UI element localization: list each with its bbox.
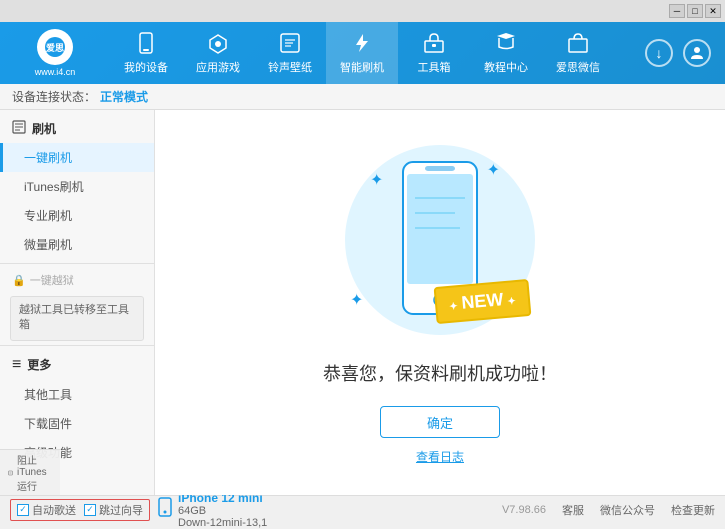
sidebar-section-jailbreak: 🔒 一键越狱 bbox=[0, 268, 154, 292]
sidebar-divider-1 bbox=[0, 263, 154, 264]
ringtone-icon bbox=[278, 31, 302, 55]
maximize-btn[interactable]: □ bbox=[687, 4, 703, 18]
status-bar: 设备连接状态： 正常模式 bbox=[0, 84, 725, 110]
close-btn[interactable]: ✕ bbox=[705, 4, 721, 18]
footer: ✓ 自动歌送 ✓ 跳过向导 iPhone 12 mini 64GB bbox=[0, 495, 725, 523]
sidebar-item-one-key-flash[interactable]: 一键刷机 bbox=[0, 143, 154, 172]
nav-toolbox-label: 工具箱 bbox=[418, 59, 451, 75]
status-value: 正常模式 bbox=[100, 88, 148, 105]
title-bar: ─ □ ✕ bbox=[0, 0, 725, 22]
main-layout: 刷机 一键刷机 iTunes刷机 专业刷机 微量刷机 🔒 一键越狱 越狱工具已转… bbox=[0, 110, 725, 495]
sidebar-item-itunes-flash[interactable]: iTunes刷机 bbox=[0, 172, 154, 201]
skip-wizard-checkbox[interactable]: ✓ 跳过向导 bbox=[84, 502, 143, 518]
illustration: ✦ ✦ ✦ NEW bbox=[340, 140, 540, 340]
tutorial-icon bbox=[494, 31, 518, 55]
sidebar-divider-2 bbox=[0, 345, 154, 346]
nav-my-device-label: 我的设备 bbox=[124, 59, 168, 75]
download-btn[interactable]: ↓ bbox=[645, 39, 673, 67]
auto-start-checkbox[interactable]: ✓ 自动歌送 bbox=[17, 502, 76, 518]
minimize-btn[interactable]: ─ bbox=[669, 4, 685, 18]
nav-tutorial-label: 教程中心 bbox=[484, 59, 528, 75]
sidebar-item-download-firmware[interactable]: 下载固件 bbox=[0, 409, 154, 438]
customer-service-link[interactable]: 客服 bbox=[562, 502, 584, 518]
nav-ringtone[interactable]: 铃声壁纸 bbox=[254, 22, 326, 84]
logo-url: www.i4.cn bbox=[35, 67, 76, 77]
sparkle-1: ✦ bbox=[370, 170, 383, 190]
version-text: V7.98.66 bbox=[502, 504, 546, 516]
sidebar-item-other-tools[interactable]: 其他工具 bbox=[0, 380, 154, 409]
sidebar: 刷机 一键刷机 iTunes刷机 专业刷机 微量刷机 🔒 一键越狱 越狱工具已转… bbox=[0, 110, 155, 495]
success-text: 恭喜您，保资料刷机成功啦！ bbox=[323, 360, 557, 386]
main-content: ✦ ✦ ✦ NEW bbox=[155, 110, 725, 495]
nav-tutorial[interactable]: 教程中心 bbox=[470, 22, 542, 84]
auto-start-label: 自动歌送 bbox=[32, 502, 76, 518]
my-device-icon bbox=[134, 31, 158, 55]
nav-smart-flash[interactable]: 智能刷机 bbox=[326, 22, 398, 84]
nav-my-device[interactable]: 我的设备 bbox=[110, 22, 182, 84]
new-badge: NEW bbox=[434, 279, 532, 324]
nav-items: 我的设备 应用游戏 铃声壁纸 bbox=[110, 22, 645, 84]
toolbox-icon bbox=[422, 31, 446, 55]
check-update-link[interactable]: 检查更新 bbox=[671, 502, 715, 518]
logo-area: 爱思 www.i4.cn bbox=[0, 29, 110, 77]
skip-wizard-box: ✓ bbox=[84, 504, 96, 516]
nav-apps-games[interactable]: 应用游戏 bbox=[182, 22, 254, 84]
header-right: ↓ bbox=[645, 39, 725, 67]
sidebar-item-micro-flash[interactable]: 微量刷机 bbox=[0, 230, 154, 259]
sidebar-section-more: ≡ 更多 bbox=[0, 350, 154, 380]
apps-games-icon bbox=[206, 31, 230, 55]
jailbreak-notice: 越狱工具已转移至工具箱 bbox=[10, 296, 144, 341]
svg-text:爱思: 爱思 bbox=[46, 42, 64, 53]
logo-icon: 爱思 bbox=[37, 29, 73, 65]
lock-icon: 🔒 bbox=[12, 274, 26, 287]
sidebar-section-flash: 刷机 bbox=[0, 114, 154, 143]
wechat-link[interactable]: 微信公众号 bbox=[600, 502, 655, 518]
device-storage: 64GB bbox=[178, 505, 267, 517]
nav-weidian[interactable]: 爱思微信 bbox=[542, 22, 614, 84]
flash-section-label: 刷机 bbox=[32, 120, 56, 137]
sparkle-2: ✦ bbox=[487, 160, 500, 180]
smart-flash-icon bbox=[350, 31, 374, 55]
footer-right: V7.98.66 客服 微信公众号 检查更新 bbox=[502, 502, 715, 518]
user-btn[interactable] bbox=[683, 39, 711, 67]
skip-wizard-label: 跳过向导 bbox=[99, 502, 143, 518]
nav-apps-label: 应用游戏 bbox=[196, 59, 240, 75]
nav-weidian-label: 爱思微信 bbox=[556, 59, 600, 75]
flash-section-icon bbox=[12, 120, 26, 137]
confirm-button[interactable]: 确定 bbox=[380, 406, 500, 438]
nav-ringtone-label: 铃声壁纸 bbox=[268, 59, 312, 75]
checkbox-area: ✓ 自动歌送 ✓ 跳过向导 bbox=[10, 499, 150, 521]
sidebar-item-pro-flash[interactable]: 专业刷机 bbox=[0, 201, 154, 230]
header: 爱思 www.i4.cn 我的设备 应用游戏 bbox=[0, 22, 725, 84]
nav-toolbox[interactable]: 工具箱 bbox=[398, 22, 470, 84]
nav-smart-flash-label: 智能刷机 bbox=[340, 59, 384, 75]
auto-start-box: ✓ bbox=[17, 504, 29, 516]
itunes-notice-label: 阻止iTunes运行 bbox=[17, 452, 52, 493]
device-icon bbox=[158, 497, 172, 522]
sparkle-3: ✦ bbox=[350, 290, 363, 310]
blog-link[interactable]: 查看日志 bbox=[416, 448, 464, 465]
weidian-icon bbox=[566, 31, 590, 55]
more-section-icon: ≡ bbox=[12, 356, 21, 374]
status-prefix: 设备连接状态： bbox=[12, 88, 96, 105]
itunes-notice[interactable]: 阻止iTunes运行 bbox=[0, 449, 60, 495]
